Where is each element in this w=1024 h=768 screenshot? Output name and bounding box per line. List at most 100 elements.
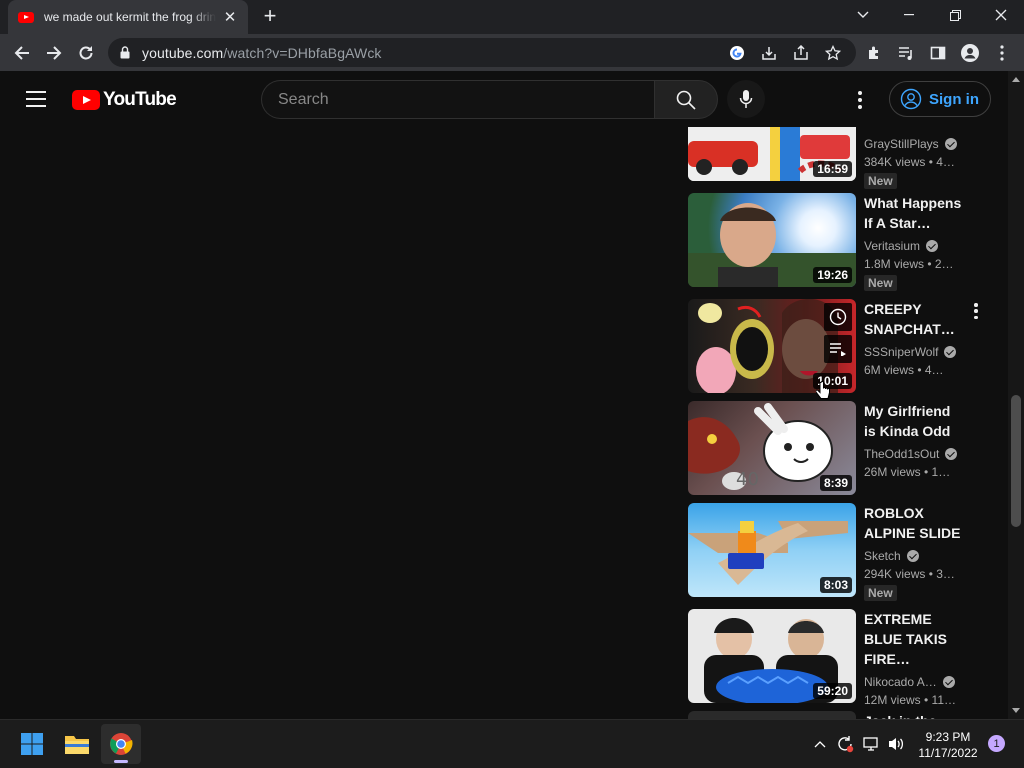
search-button[interactable] <box>654 80 718 119</box>
share-icon[interactable] <box>792 44 810 62</box>
duration-badge: 16:59 <box>813 161 852 177</box>
video-title[interactable]: CREEPY SNAPCHAT… <box>864 299 964 339</box>
channel-name[interactable]: GrayStillPlays <box>864 135 964 153</box>
video-meta: GrayStillPlays 384K views • 4… New <box>864 131 964 190</box>
start-button[interactable] <box>12 724 52 764</box>
video-thumbnail[interactable]: 8:03 <box>688 503 856 597</box>
address-bar[interactable]: youtube.com/watch?v=DHbfaBgAWck <box>108 38 856 67</box>
search-box[interactable] <box>261 80 655 119</box>
google-lens-icon[interactable] <box>728 44 746 62</box>
new-badge: New <box>864 275 897 291</box>
browser-tab-active[interactable]: we made out kermit the frog drinking ✕ <box>8 0 248 34</box>
windows-taskbar: 9:23 PM 11/17/2022 1 <box>0 719 1024 768</box>
video-title[interactable]: ROBLOX ALPINE SLIDE <box>864 503 964 543</box>
video-thumbnail[interactable]: 10:01 <box>688 299 856 393</box>
channel-name[interactable]: TheOdd1sOut <box>864 445 964 463</box>
scroll-down-arrow-icon[interactable] <box>1012 708 1020 713</box>
recommended-video[interactable]: 16:59 GrayStillPlays 384K views • 4… New <box>688 127 988 189</box>
video-thumbnail[interactable]: 40 8:39 <box>688 401 856 495</box>
youtube-favicon-icon <box>18 11 34 23</box>
lock-icon[interactable] <box>120 46 130 59</box>
chrome-logo-icon <box>110 733 133 755</box>
page-scrollbar[interactable] <box>1008 71 1024 719</box>
microphone-icon <box>739 90 753 108</box>
media-queue-icon[interactable] <box>896 43 916 63</box>
video-thumbnail[interactable]: 16:59 <box>688 127 856 181</box>
settings-menu-icon[interactable] <box>850 88 870 112</box>
recommended-video[interactable]: 59:20 EXTREME BLUE TAKIS FIRE… Nikocado … <box>688 609 988 707</box>
recommended-video[interactable]: 10:01 CREEPY SNAPCHAT… SSSniperWolf 6M v… <box>688 299 988 399</box>
network-icon[interactable] <box>862 735 880 753</box>
sync-update-icon[interactable] <box>836 735 854 753</box>
chrome-menu-icon[interactable] <box>992 43 1012 63</box>
chrome-taskbar-button[interactable] <box>101 724 141 764</box>
extensions-puzzle-icon[interactable] <box>864 43 884 63</box>
url-text: youtube.com/watch?v=DHbfaBgAWck <box>142 44 382 61</box>
side-panel-icon[interactable] <box>928 43 948 63</box>
restore-button[interactable] <box>932 0 978 30</box>
view-count: 384K views • 4… <box>864 155 955 169</box>
install-app-icon[interactable] <box>760 44 778 62</box>
tab-search-chevron-icon[interactable] <box>840 0 886 30</box>
new-tab-button[interactable]: + <box>258 5 282 29</box>
youtube-play-logo-icon <box>72 90 100 110</box>
channel-name[interactable]: Veritasium <box>864 237 964 255</box>
file-explorer-button[interactable] <box>57 724 97 764</box>
reload-button[interactable] <box>72 39 100 67</box>
show-hidden-icons-chevron-icon[interactable] <box>811 735 829 753</box>
bookmark-star-icon[interactable] <box>824 44 842 62</box>
account-circle-icon <box>900 88 922 110</box>
forward-button[interactable] <box>40 39 68 67</box>
sign-in-button[interactable]: Sign in <box>889 81 991 117</box>
notification-count-badge[interactable]: 1 <box>988 735 1005 752</box>
youtube-logo[interactable]: YouTube <box>72 89 177 111</box>
video-action-menu-icon[interactable] <box>974 303 978 319</box>
duration-badge: 19:26 <box>813 267 852 283</box>
recommended-video[interactable]: 8:03 ROBLOX ALPINE SLIDE Sketch 294K vie… <box>688 503 988 601</box>
video-meta: My Girlfriend is Kinda Odd TheOdd1sOut 2… <box>864 401 964 481</box>
volume-icon[interactable] <box>887 735 905 753</box>
back-button[interactable] <box>8 39 36 67</box>
browser-tab-strip: we made out kermit the frog drinking ✕ + <box>0 0 1024 34</box>
recommended-video[interactable]: 19:26 What Happens If A Star… Veritasium… <box>688 193 988 291</box>
channel-name[interactable]: Sketch <box>864 547 964 565</box>
video-meta: EXTREME BLUE TAKIS FIRE… Nikocado A… 12M… <box>864 609 964 709</box>
duration-badge: 8:39 <box>819 475 852 491</box>
search-input[interactable] <box>278 90 655 109</box>
scroll-up-arrow-icon[interactable] <box>1012 77 1020 82</box>
close-window-button[interactable] <box>978 0 1024 30</box>
search-icon <box>676 90 696 110</box>
verified-check-icon <box>906 550 919 562</box>
video-thumbnail[interactable]: 19:26 <box>688 193 856 287</box>
channel-name[interactable]: SSSniperWolf <box>864 343 964 361</box>
profile-avatar-icon[interactable] <box>960 43 980 63</box>
watch-page-content: 16:59 GrayStillPlays 384K views • 4… New… <box>0 127 1008 719</box>
video-thumbnail[interactable]: 59:20 <box>688 609 856 703</box>
recommended-video[interactable]: Jack in the Box… <box>688 711 988 719</box>
view-count: 12M views • 11… <box>864 693 957 707</box>
clock-time: 9:23 PM <box>925 730 971 744</box>
verified-check-icon <box>944 138 957 150</box>
video-thumbnail[interactable] <box>688 711 856 719</box>
duration-badge: 59:20 <box>813 683 852 699</box>
minimize-button[interactable] <box>886 0 932 30</box>
voice-search-button[interactable] <box>727 80 765 118</box>
scrollbar-thumb[interactable] <box>1011 395 1021 527</box>
channel-name[interactable]: Nikocado A… <box>864 673 964 691</box>
recommended-video[interactable]: 40 8:39 My Girlfriend is Kinda Odd TheOd… <box>688 401 988 495</box>
tab-close-icon[interactable]: ✕ <box>222 8 238 26</box>
video-title[interactable]: My Girlfriend is Kinda Odd <box>864 401 964 441</box>
video-meta: CREEPY SNAPCHAT… SSSniperWolf 6M views •… <box>864 299 964 379</box>
system-clock[interactable]: 9:23 PM 11/17/2022 <box>912 729 984 761</box>
watch-later-icon[interactable] <box>824 303 852 331</box>
youtube-wordmark: YouTube <box>103 89 177 110</box>
browser-toolbar: youtube.com/watch?v=DHbfaBgAWck <box>0 34 1024 71</box>
add-to-queue-icon[interactable] <box>824 335 852 363</box>
guide-menu-icon[interactable] <box>26 91 46 107</box>
video-title[interactable]: What Happens If A Star… <box>864 193 964 233</box>
video-meta: ROBLOX ALPINE SLIDE Sketch 294K views • … <box>864 503 964 602</box>
back-arrow-icon <box>14 46 29 60</box>
video-title[interactable]: EXTREME BLUE TAKIS FIRE… <box>864 609 964 669</box>
view-count: 6M views • 4… <box>864 363 944 377</box>
video-title[interactable]: Jack in the Box… <box>864 711 964 719</box>
